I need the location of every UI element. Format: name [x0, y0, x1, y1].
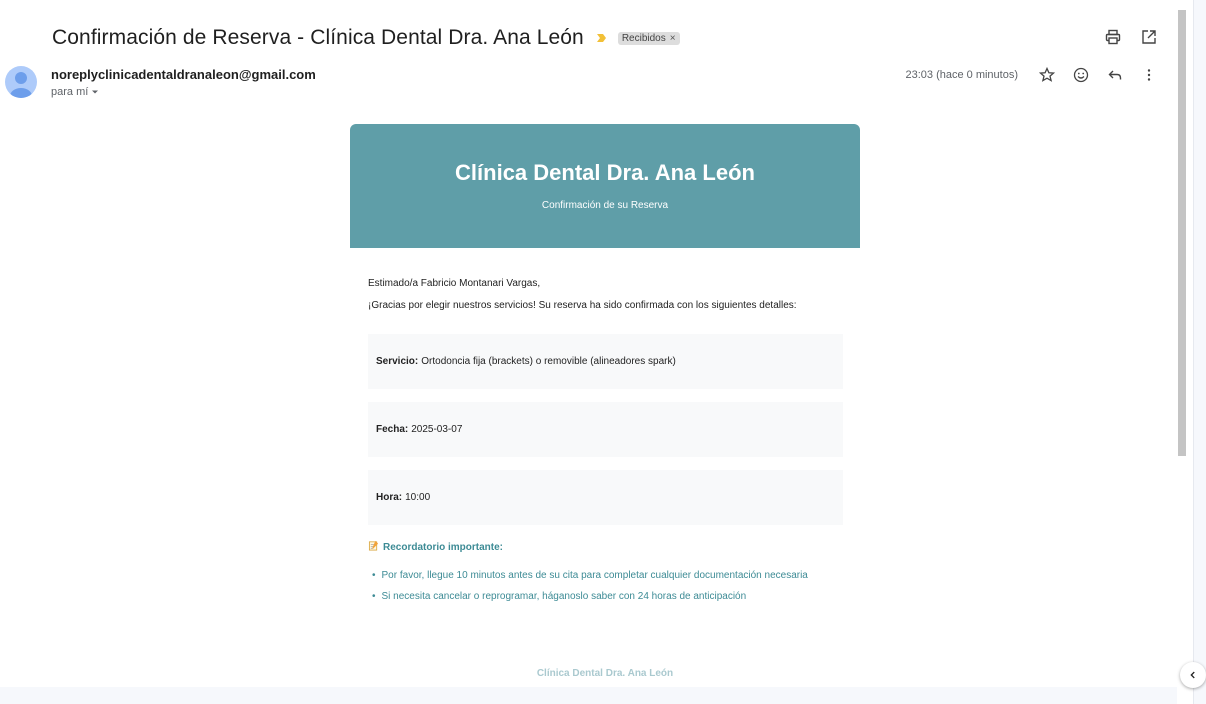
- reminder-list: • Por favor, llegue 10 minutos antes de …: [372, 568, 822, 610]
- greeting: Estimado/a Fabricio Montanari Vargas,: [368, 278, 541, 289]
- subject-row: Confirmación de Reserva - Clínica Dental…: [52, 24, 680, 52]
- bullet: •: [372, 570, 376, 581]
- detail-box-time: Hora: 10:00: [368, 470, 843, 525]
- avatar[interactable]: [5, 66, 37, 98]
- side-panel-strip: [1193, 0, 1206, 704]
- recipient-details-toggle[interactable]: para mí: [51, 86, 316, 98]
- detail-label: Servicio:: [376, 356, 419, 367]
- detail-value: 2025-03-07: [411, 424, 463, 435]
- detail-box-service: Servicio: Ortodoncia fija (brackets) o r…: [368, 334, 843, 389]
- importance-marker-icon[interactable]: [596, 32, 608, 44]
- email-header-banner: Clínica Dental Dra. Ana León Confirmació…: [350, 124, 860, 248]
- reminder-title: Recordatorio importante:: [368, 540, 503, 554]
- reminder-text: Si necesita cancelar o reprogramar, hága…: [381, 591, 747, 602]
- detail-box-date: Fecha: 2025-03-07: [368, 402, 843, 457]
- intro-text: ¡Gracias por elegir nuestros servicios! …: [368, 300, 797, 311]
- email-body: Estimado/a Fabricio Montanari Vargas, ¡G…: [368, 278, 848, 311]
- remove-label-button[interactable]: ×: [670, 33, 676, 44]
- open-in-new-window-icon[interactable]: [1140, 28, 1158, 46]
- list-item: • Si necesita cancelar o reprogramar, há…: [372, 589, 822, 604]
- email-header-subtitle: Confirmación de su Reserva: [541, 200, 669, 211]
- sender-email[interactable]: noreplyclinicadentaldranaleon@gmail.com: [51, 67, 316, 82]
- emoji-icon[interactable]: [1072, 66, 1090, 84]
- memo-icon: [368, 540, 379, 554]
- reminder-title-text: Recordatorio importante:: [383, 541, 504, 553]
- detail-label: Fecha:: [376, 424, 409, 435]
- more-vert-icon[interactable]: [1140, 66, 1158, 84]
- sender-block: noreplyclinicadentaldranaleon@gmail.com …: [51, 67, 316, 98]
- bottom-band: [0, 687, 1177, 704]
- print-icon[interactable]: [1104, 28, 1122, 46]
- message-meta: 23:03 (hace 0 minutos): [905, 66, 1158, 84]
- timestamp: 23:03 (hace 0 minutos): [905, 69, 1018, 81]
- star-icon[interactable]: [1038, 66, 1056, 84]
- label-chip-inbox[interactable]: Recibidos ×: [617, 31, 680, 45]
- detail-value: Ortodoncia fija (brackets) o removible (…: [421, 356, 676, 367]
- scrollbar-thumb[interactable]: [1178, 10, 1186, 456]
- bullet: •: [372, 591, 376, 602]
- list-item: • Por favor, llegue 10 minutos antes de …: [372, 568, 822, 583]
- to-line-text: para mí: [51, 86, 89, 98]
- email-subject: Confirmación de Reserva - Clínica Dental…: [52, 26, 584, 49]
- collapse-side-panel-button[interactable]: [1180, 662, 1206, 688]
- detail-label: Hora:: [376, 492, 403, 503]
- reminder-text: Por favor, llegue 10 minutos antes de su…: [381, 570, 808, 581]
- chevron-down-icon: [92, 90, 99, 94]
- reply-icon[interactable]: [1106, 66, 1124, 84]
- label-chip-text: Recibidos: [621, 32, 666, 44]
- detail-value: 10:00: [405, 492, 431, 503]
- top-actions: [1104, 28, 1158, 46]
- email-footer-brand: Clínica Dental Dra. Ana León: [536, 668, 674, 679]
- email-card: Clínica Dental Dra. Ana León Confirmació…: [350, 124, 860, 248]
- email-header-title: Clínica Dental Dra. Ana León: [455, 160, 755, 185]
- chevron-left-icon: [1190, 671, 1195, 679]
